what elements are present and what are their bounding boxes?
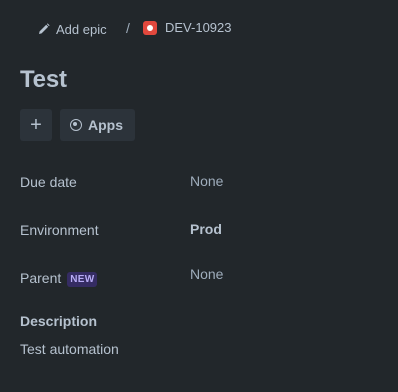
- apps-button[interactable]: Apps: [60, 109, 135, 141]
- due-date-value[interactable]: None: [190, 173, 223, 189]
- parent-value[interactable]: None: [190, 266, 223, 282]
- parent-label-group: Parent NEW: [20, 270, 98, 287]
- environment-label: Environment: [20, 222, 99, 238]
- add-epic-label: Add epic: [56, 21, 107, 37]
- environment-value[interactable]: Prod: [190, 221, 222, 237]
- issue-key: DEV-10923: [165, 20, 232, 35]
- breadcrumb: Add epic / DEV-10923: [38, 20, 232, 38]
- description-body[interactable]: Test automation: [20, 341, 119, 357]
- parent-label: Parent: [20, 270, 62, 286]
- issue-toolbar: + Apps: [20, 109, 135, 141]
- issue-title[interactable]: Test: [20, 66, 67, 94]
- add-epic-link[interactable]: Add epic: [38, 22, 107, 37]
- new-badge: NEW: [67, 272, 98, 287]
- pencil-icon: [39, 23, 50, 34]
- apps-label: Apps: [88, 117, 123, 133]
- description-heading: Description: [20, 313, 98, 329]
- issue-detail-panel: Add epic / DEV-10923 Test + Apps Due dat…: [0, 0, 398, 392]
- breadcrumb-separator: /: [126, 20, 130, 36]
- due-date-label: Due date: [20, 174, 77, 190]
- bug-icon: [143, 20, 157, 35]
- add-button[interactable]: +: [20, 109, 52, 141]
- issue-key-link[interactable]: DEV-10923: [143, 20, 232, 35]
- apps-icon: [70, 119, 82, 131]
